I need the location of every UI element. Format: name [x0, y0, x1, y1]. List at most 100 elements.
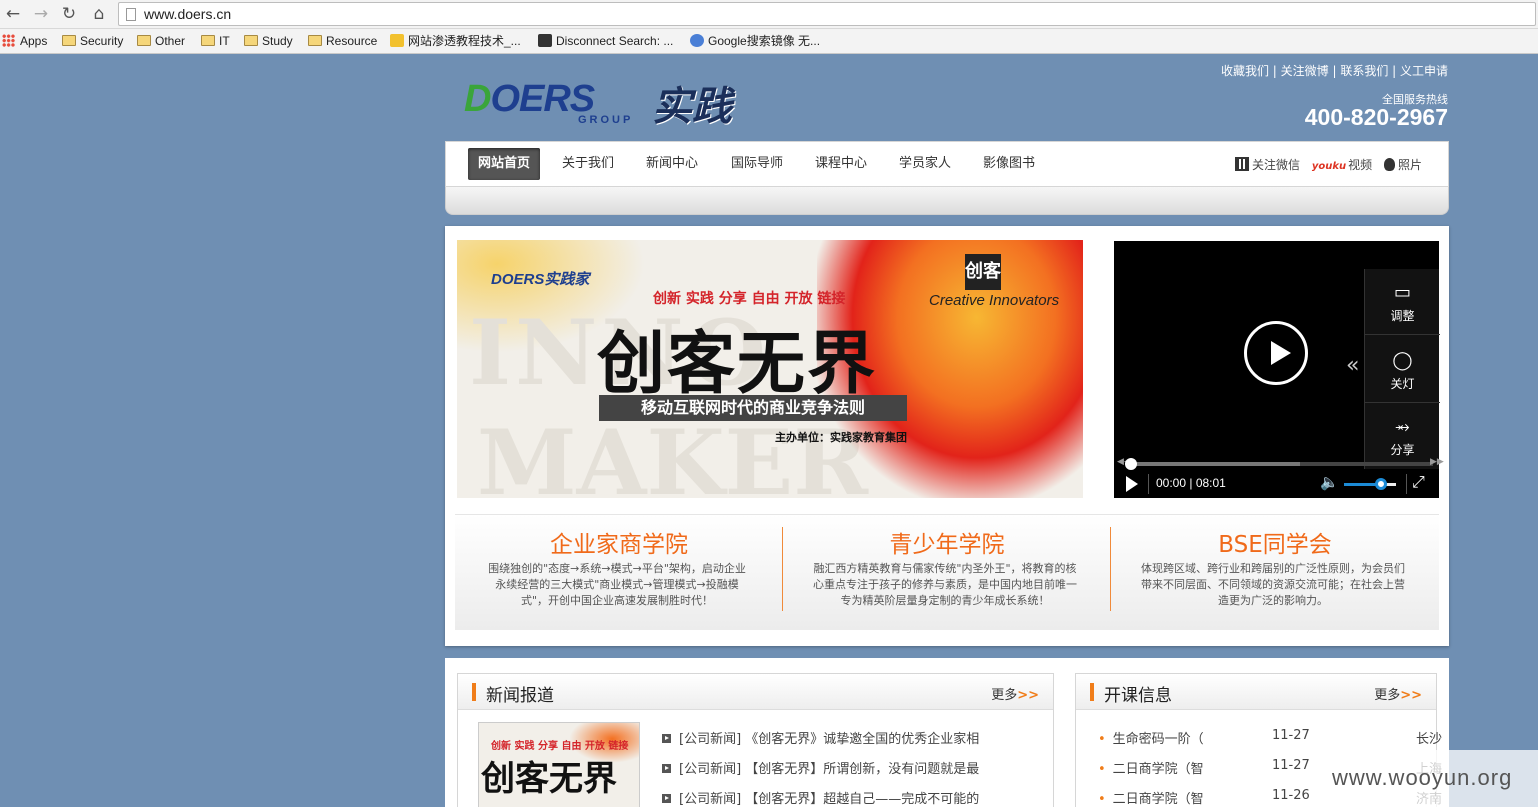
- bookmark-apps[interactable]: Apps: [2, 33, 47, 50]
- disconnect-icon: [538, 34, 552, 47]
- youku-icon: youku: [1311, 161, 1347, 172]
- fast-forward-icon[interactable]: ▶▶: [1430, 457, 1444, 467]
- site-favicon: [390, 34, 404, 47]
- nav-news[interactable]: 新闻中心: [636, 148, 708, 180]
- bullet-dot-icon: •: [1098, 792, 1106, 807]
- bookmark-resource[interactable]: Resource: [308, 33, 377, 50]
- progress-bar[interactable]: [1125, 458, 1433, 470]
- nav-courses[interactable]: 课程中心: [805, 148, 877, 180]
- folder-icon: [308, 35, 322, 46]
- course-item[interactable]: • 生命密码一阶（ 11-27 长沙: [1098, 728, 1442, 747]
- fullscreen-icon[interactable]: ⤢: [1412, 472, 1425, 492]
- top-links[interactable]: 收藏我们 | 关注微博 | 联系我们 | 义工申请: [1190, 62, 1448, 79]
- news-item[interactable]: [公司新闻] 【创客无界】所谓创新，没有问题就是最: [662, 758, 979, 777]
- news-item[interactable]: [公司新闻] 【创客无界】超越自己——完成不可能的: [662, 788, 979, 807]
- bookmark-site[interactable]: 网站渗透教程技术_...: [390, 33, 521, 50]
- banner-title: 创客无界: [597, 325, 878, 404]
- double-chevron-icon: >>: [1017, 688, 1039, 703]
- nav-mentors[interactable]: 国际导师: [721, 148, 793, 180]
- volume-knob[interactable]: [1375, 478, 1388, 490]
- share-button[interactable]: ⥇ 分享: [1365, 403, 1440, 469]
- back-arrow-icon[interactable]: ←: [2, 3, 24, 25]
- arrow-bullet-icon: [662, 734, 671, 743]
- share-icon: ⥇: [1395, 416, 1410, 437]
- hero-banner[interactable]: INNO MAKER DOERS实践家 创新 实践 分享 自由 开放 链接 创客…: [457, 240, 1083, 498]
- bookmark-security[interactable]: Security: [62, 33, 123, 50]
- wechat-link[interactable]: 关注微信: [1235, 157, 1300, 172]
- bookmark-disconnect[interactable]: Disconnect Search: ...: [538, 33, 673, 50]
- watermark: www.wooyun.org: [1320, 750, 1538, 807]
- nav-social: 关注微信 youku 视频 照片: [1227, 156, 1422, 173]
- college-desc: 融汇西方精英教育与儒家传统"内圣外王"，将教育的核心重点专注于孩子的修养与素质，…: [813, 562, 1077, 607]
- college-bse[interactable]: BSE同学会 体现跨区域、跨行业和跨届别的广泛性原则，为会员们带来不同层面、不同…: [1111, 515, 1439, 631]
- bullet-dot-icon: •: [1098, 732, 1106, 747]
- banner-subtitle: 移动互联网时代的商业竞争法则: [599, 395, 907, 421]
- nav-alumni[interactable]: 学员家人: [889, 148, 961, 180]
- news-more-link[interactable]: 更多>>: [991, 684, 1039, 703]
- forward-arrow-icon[interactable]: →: [30, 3, 52, 25]
- monitor-icon: ▭: [1393, 282, 1411, 303]
- photo-link[interactable]: 照片: [1383, 158, 1422, 172]
- banner-tagline: 创新 实践 分享 自由 开放 链接: [653, 291, 846, 307]
- chuangke-logo: 创客: [965, 254, 1001, 290]
- bookmark-google-mirror[interactable]: Google搜索镜像 无...: [690, 33, 820, 50]
- big-play-button[interactable]: [1244, 321, 1308, 385]
- bookmarks-bar: Apps Security Other IT Study Resource 网站…: [0, 29, 1538, 54]
- video-link[interactable]: youku 视频: [1312, 158, 1372, 172]
- bookmark-it[interactable]: IT: [201, 33, 230, 50]
- header-accent-bar: [472, 683, 476, 701]
- qq-icon: [1383, 158, 1395, 171]
- banner-bg-words2: MAKER: [477, 410, 869, 498]
- volume-icon[interactable]: 🔈: [1320, 473, 1339, 491]
- news-panel: 新闻报道 更多>> 创新 实践 分享 自由 开放 链接 创客无界 [公司新闻] …: [445, 658, 1063, 807]
- bullet-dot-icon: •: [1098, 762, 1106, 777]
- play-icon[interactable]: [1126, 476, 1138, 492]
- college-youth[interactable]: 青少年学院 融汇西方精英教育与儒家传统"内圣外王"，将教育的核心重点专注于孩子的…: [783, 515, 1111, 631]
- control-divider: [1406, 474, 1407, 494]
- reload-icon[interactable]: ↻: [58, 3, 80, 25]
- course-header: 开课信息 更多>>: [1076, 674, 1436, 710]
- google-mirror-icon: [690, 34, 704, 47]
- news-header: 新闻报道 更多>>: [458, 674, 1053, 710]
- news-thumbnail[interactable]: 创新 实践 分享 自由 开放 链接 创客无界: [478, 722, 640, 807]
- news-title: 新闻报道: [486, 686, 554, 706]
- nav-home[interactable]: 网站首页: [468, 148, 541, 180]
- logo-d-mark: D: [464, 78, 491, 120]
- adjust-button[interactable]: ▭ 调整: [1365, 269, 1440, 335]
- nav-about[interactable]: 关于我们: [552, 148, 624, 180]
- home-icon[interactable]: ⌂: [88, 3, 110, 25]
- news-box: 新闻报道 更多>> 创新 实践 分享 自由 开放 链接 创客无界 [公司新闻] …: [457, 673, 1054, 807]
- arrow-bullet-icon: [662, 764, 671, 773]
- folder-icon: [137, 35, 151, 46]
- course-more-link[interactable]: 更多>>: [1374, 684, 1422, 703]
- collapse-chevron-icon[interactable]: «: [1346, 353, 1359, 378]
- bulb-icon: ◯: [1392, 350, 1413, 371]
- site-logo[interactable]: DOERS GROUP 实践家: [460, 74, 760, 188]
- college-title[interactable]: 企业家商学院: [455, 525, 783, 559]
- logo-group: GROUP: [578, 114, 634, 126]
- college-desc: 围绕独创的"态度→系统→模式→平台"架构，启动企业永续经营的三大模式"商业模式→…: [488, 562, 746, 607]
- college-title[interactable]: 青少年学院: [783, 525, 1111, 559]
- volume-slider[interactable]: [1344, 478, 1396, 490]
- banner-host: 主办单位：实践家教育集团: [775, 431, 907, 444]
- sub-nav-bar: [445, 187, 1449, 215]
- qr-code-icon: [1235, 157, 1250, 171]
- video-player[interactable]: « ▭ 调整 ◯ 关灯 ⥇ 分享 ◀◀ ▶▶ 00:00 | 08:01 🔈 ⤢: [1114, 241, 1444, 498]
- player-side-menu: ▭ 调整 ◯ 关灯 ⥇ 分享: [1364, 269, 1440, 469]
- nav-media[interactable]: 影像图书: [973, 148, 1045, 180]
- folder-icon: [244, 35, 258, 46]
- main-panel: INNO MAKER DOERS实践家 创新 实践 分享 自由 开放 链接 创客…: [445, 226, 1449, 646]
- college-entrepreneur[interactable]: 企业家商学院 围绕独创的"态度→系统→模式→平台"架构，启动企业永续经营的三大模…: [455, 515, 783, 631]
- news-item[interactable]: [公司新闻] 《创客无界》诚挚邀全国的优秀企业家相: [662, 728, 979, 747]
- address-bar[interactable]: www.doers.cn: [118, 2, 1536, 26]
- college-section: 企业家商学院 围绕独创的"态度→系统→模式→平台"架构，启动企业永续经营的三大模…: [455, 514, 1439, 630]
- banner-english-title: Creative Innovators: [929, 292, 1060, 309]
- progress-knob[interactable]: [1125, 458, 1137, 470]
- browser-toolbar: ← → ↻ ⌂ www.doers.cn: [0, 0, 1538, 29]
- bookmark-study[interactable]: Study: [244, 33, 293, 50]
- url-text[interactable]: www.doers.cn: [144, 6, 231, 22]
- bookmark-other[interactable]: Other: [137, 33, 185, 50]
- time-display: 00:00 | 08:01: [1156, 476, 1226, 490]
- college-title[interactable]: BSE同学会: [1111, 525, 1439, 559]
- light-off-button[interactable]: ◯ 关灯: [1365, 337, 1440, 403]
